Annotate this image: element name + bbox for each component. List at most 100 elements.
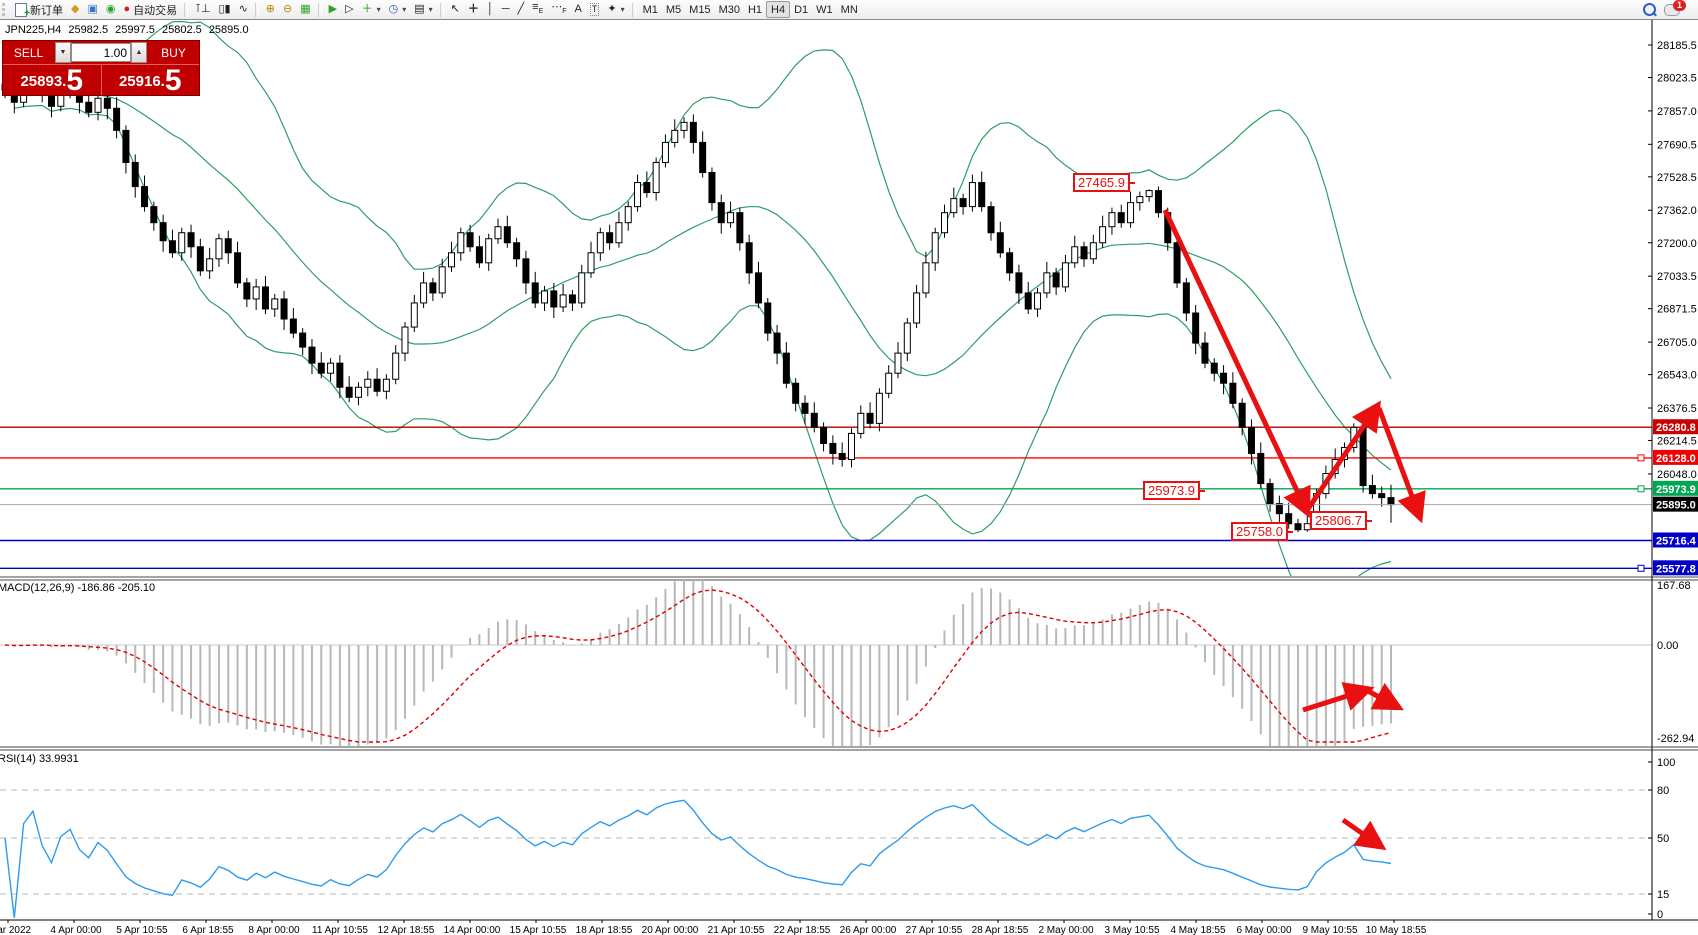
price-callout[interactable]: 25973.9 — [1143, 481, 1200, 500]
chart-shift-button[interactable]: ▷ — [341, 1, 357, 18]
chart-canvas[interactable]: 28185.528023.527857.027690.527528.527362… — [0, 18, 1698, 935]
timeframe-button-H1[interactable]: H1 — [744, 1, 766, 18]
community-button[interactable]: ▣ — [83, 1, 101, 18]
sell-button[interactable]: SELL — [3, 41, 54, 64]
vertical-line-tool-button[interactable]: │ — [483, 1, 498, 18]
auto-scroll-button[interactable]: ▶ — [325, 1, 341, 18]
svg-text:8 Apr 00:00: 8 Apr 00:00 — [248, 925, 300, 935]
text-tool-button[interactable]: A — [571, 1, 586, 18]
timeframe-button-MN[interactable]: MN — [837, 1, 862, 18]
candle — [1072, 247, 1078, 263]
templates-button[interactable]: ▤▾ — [410, 1, 436, 18]
bar-chart-icon: ⊺⊥ — [195, 4, 210, 15]
svg-text:27200.0: 27200.0 — [1657, 238, 1697, 250]
candle — [523, 259, 529, 283]
fibonacci-tool-button[interactable]: ⋯F — [547, 1, 570, 18]
candle — [1146, 191, 1152, 197]
axis-price-label: 26128.0 — [1653, 450, 1698, 465]
candle — [1062, 263, 1068, 287]
auto-trading-button[interactable]: ● 自动交易 — [119, 1, 181, 18]
fibonacci-icon: ⋯F — [551, 2, 566, 17]
new-order-icon: + — [15, 3, 27, 17]
crosshair-tool-button[interactable]: ＋ — [464, 1, 483, 18]
candle — [895, 353, 901, 373]
line-chart-icon: ∿ — [239, 4, 248, 15]
candle — [411, 303, 417, 327]
timeframe-button-D1[interactable]: D1 — [790, 1, 812, 18]
shapes-tool-button[interactable]: ✦▾ — [603, 1, 628, 18]
candle — [1035, 293, 1041, 309]
history-center-button[interactable]: ◆ — [67, 1, 83, 18]
sell-price[interactable]: 25893.5 — [3, 65, 101, 95]
candle — [402, 327, 408, 353]
candle — [607, 233, 613, 243]
candle — [49, 94, 55, 106]
new-order-button[interactable]: + 新订单 — [11, 1, 67, 18]
timeframe-button-M5[interactable]: M5 — [662, 1, 685, 18]
toolbar-separator — [318, 3, 322, 17]
candle — [1239, 403, 1245, 427]
candle — [1267, 484, 1273, 504]
price-callout[interactable]: 25758.0 — [1231, 522, 1288, 541]
candle — [337, 363, 343, 387]
search-button[interactable] — [1639, 1, 1660, 18]
svg-text:9 May 10:55: 9 May 10:55 — [1302, 925, 1357, 935]
candle — [1360, 427, 1366, 485]
svg-text:26128.0: 26128.0 — [1656, 453, 1696, 465]
tile-windows-button[interactable]: ▦ — [296, 1, 314, 18]
buy-button[interactable]: BUY — [148, 41, 199, 64]
macd-name: MACD(12,26,9) — [0, 582, 74, 594]
buy-price[interactable]: 25916.5 — [101, 65, 200, 95]
candle — [1388, 498, 1394, 505]
ohlc-high: 25997.5 — [115, 24, 155, 36]
candle — [346, 387, 352, 397]
periods-button[interactable]: ◷▾ — [385, 1, 411, 18]
svg-text:28023.5: 28023.5 — [1657, 72, 1697, 84]
timeframe-button-W1[interactable]: W1 — [812, 1, 837, 18]
candle — [1128, 203, 1134, 223]
candle — [495, 227, 501, 239]
timeframe-button-M1[interactable]: M1 — [639, 1, 662, 18]
svg-text:22 Apr 18:55: 22 Apr 18:55 — [774, 925, 831, 935]
auto-trading-icon: ● — [123, 4, 130, 15]
indicators-button[interactable]: ＋▾ — [358, 1, 385, 18]
price-callout[interactable]: 27465.9 — [1073, 173, 1130, 192]
bar-chart-type-button[interactable]: ⊺⊥ — [191, 1, 214, 18]
svg-text:167.68: 167.68 — [1657, 580, 1691, 592]
candlestick-type-button[interactable]: ▯▮ — [214, 1, 234, 18]
volume-input[interactable] — [71, 43, 131, 62]
timeframe-button-H4[interactable]: H4 — [766, 1, 790, 18]
svg-text:2 May 00:00: 2 May 00:00 — [1038, 925, 1093, 935]
channel-tool-button[interactable]: ≡E — [528, 1, 547, 18]
text-label-tool-button[interactable]: T — [586, 1, 604, 18]
timeframe-toolbar: M1M5M15M30H1H4D1W1MN — [639, 1, 862, 18]
volume-decrease-button[interactable]: ▼ — [55, 42, 71, 63]
candle — [1295, 524, 1301, 530]
timeframe-button-M30[interactable]: M30 — [715, 1, 744, 18]
search-icon — [1643, 3, 1656, 16]
new-order-label: 新订单 — [30, 2, 63, 18]
volume-increase-button[interactable]: ▲ — [131, 42, 147, 63]
line-chart-type-button[interactable]: ∿ — [235, 1, 252, 18]
candle — [1025, 293, 1031, 309]
candle — [1044, 273, 1050, 293]
macd-label: MACD(12,26,9) -186.86 -205.10 — [0, 582, 155, 594]
zoom-in-button[interactable]: ⊕ — [262, 1, 279, 18]
price-callout[interactable]: 25806.7 — [1310, 511, 1367, 530]
candle — [225, 239, 231, 253]
candle — [169, 241, 175, 253]
selection-handle — [1638, 565, 1644, 571]
candle — [151, 207, 157, 223]
toolbar-separator — [255, 3, 259, 17]
horizontal-line-tool-button[interactable]: ─ — [498, 1, 514, 18]
svg-text:0.00: 0.00 — [1657, 640, 1678, 652]
cursor-tool-button[interactable]: ↖ — [447, 1, 464, 18]
channel-icon: ≡E — [532, 2, 543, 17]
svg-text:4 Apr 00:00: 4 Apr 00:00 — [50, 925, 102, 935]
svg-text:27033.5: 27033.5 — [1657, 271, 1697, 283]
trendline-tool-button[interactable]: ╱ — [514, 1, 529, 18]
zoom-out-button[interactable]: ⊖ — [279, 1, 296, 18]
notifications-button[interactable]: 1 — [1660, 1, 1684, 18]
timeframe-button-M15[interactable]: M15 — [685, 1, 714, 18]
signals-button[interactable]: ◉ — [102, 1, 120, 18]
